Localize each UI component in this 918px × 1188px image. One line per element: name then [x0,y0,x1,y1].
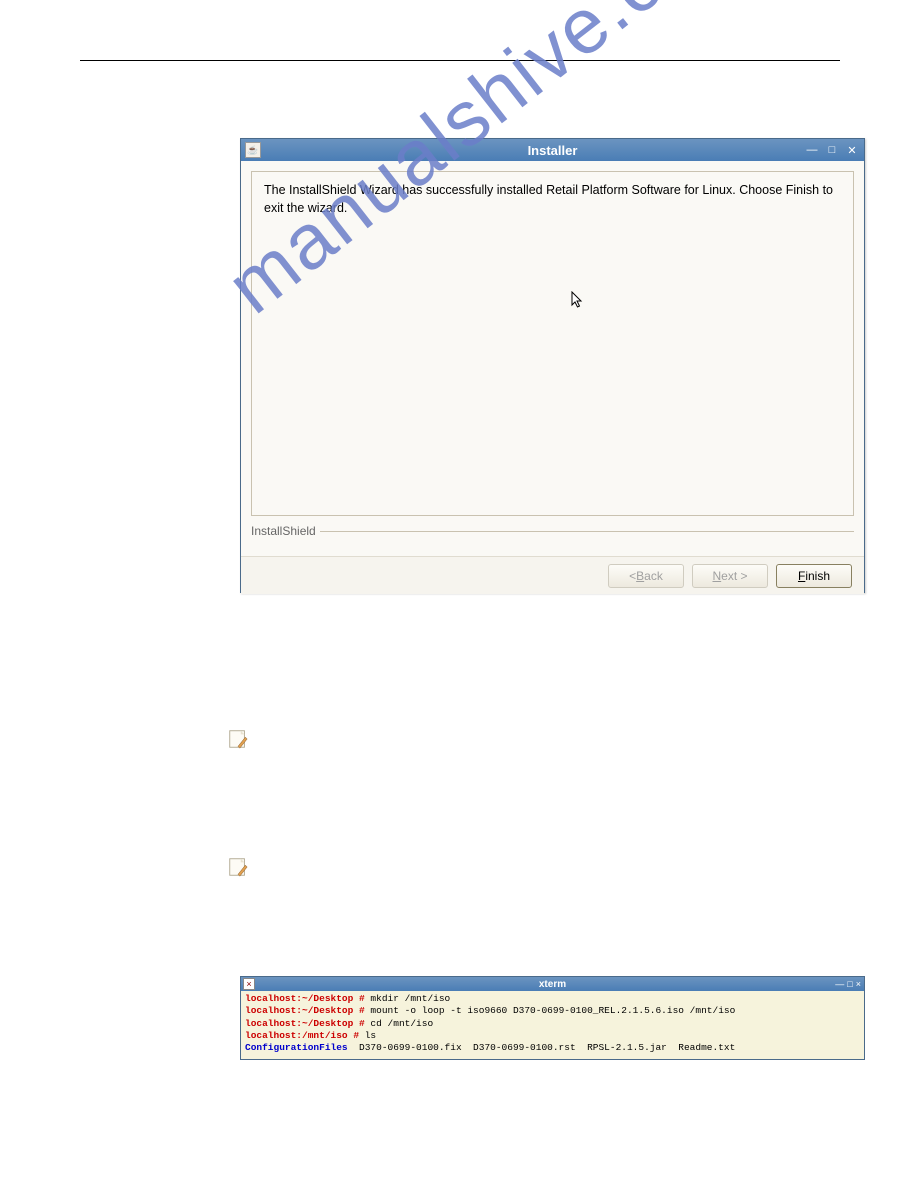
page-top-rule [80,60,840,61]
back-button[interactable]: < Back [608,564,684,588]
note-icon [227,728,249,750]
installer-title: Installer [528,143,578,158]
terminal-line: localhost:~/Desktop # mount -o loop -t i… [245,1005,860,1017]
installshield-separator: InstallShield [251,524,854,538]
terminal-output: ConfigurationFiles D370-0699-0100.fix D3… [245,1042,860,1054]
separator-label: InstallShield [251,524,316,538]
cursor-icon [571,291,585,314]
xterm-close-button[interactable]: × [856,979,861,989]
next-underline: N [712,569,721,583]
xterm-terminal[interactable]: localhost:~/Desktop # mkdir /mnt/iso loc… [241,991,864,1059]
maximize-button[interactable]: □ [824,143,840,157]
terminal-line: localhost:/mnt/iso # ls [245,1030,860,1042]
java-icon: ☕ [245,142,261,158]
wizard-button-bar: < Back Next > Finish [241,556,864,594]
terminal-line: localhost:~/Desktop # mkdir /mnt/iso [245,993,860,1005]
close-button[interactable]: ✕ [844,143,860,157]
terminal-line: localhost:~/Desktop # cd /mnt/iso [245,1018,860,1030]
installer-window: ☕ Installer — □ ✕ The InstallShield Wiza… [240,138,865,593]
minimize-button[interactable]: — [804,143,820,157]
finish-underline: F [798,569,805,583]
back-underline: B [636,569,644,583]
window-controls: — □ ✕ [804,143,860,157]
xterm-titlebar[interactable]: × xterm — □ × [241,977,864,991]
installer-titlebar[interactable]: ☕ Installer — □ ✕ [241,139,864,161]
xterm-window: × xterm — □ × localhost:~/Desktop # mkdi… [240,976,865,1060]
back-prefix: < [629,569,636,583]
finish-rest: inish [805,569,830,583]
xterm-close-box[interactable]: × [243,978,255,990]
xterm-window-controls: — □ × [835,979,861,989]
xterm-title: xterm [539,979,566,990]
content-frame: The InstallShield Wizard has successfull… [251,171,854,516]
finish-button[interactable]: Finish [776,564,852,588]
wizard-message: The InstallShield Wizard has successfull… [264,182,841,217]
next-rest: ext > [721,569,747,583]
xterm-minimize-button[interactable]: — [835,979,844,989]
note-icon [227,856,249,878]
next-button[interactable]: Next > [692,564,768,588]
installer-body: The InstallShield Wizard has successfull… [241,161,864,556]
separator-line [320,531,854,532]
xterm-maximize-button[interactable]: □ [847,979,852,989]
back-rest: ack [644,569,663,583]
